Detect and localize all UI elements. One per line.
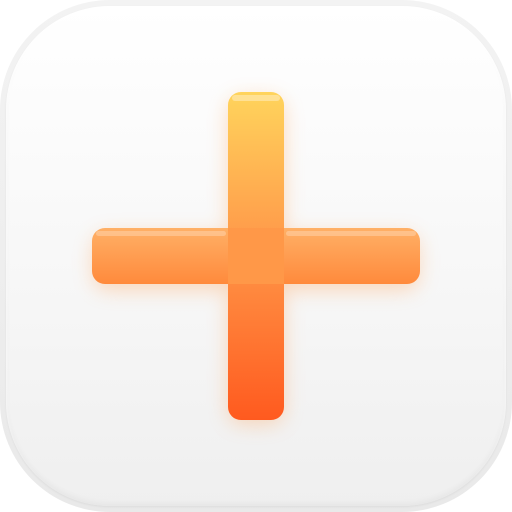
plus-icon-graphic bbox=[92, 92, 420, 424]
plus-highlight-right bbox=[286, 231, 416, 236]
plus-icon bbox=[0, 0, 512, 512]
app-icon[interactable] bbox=[0, 0, 512, 512]
plus-center bbox=[228, 228, 284, 284]
plus-highlight-left bbox=[96, 231, 226, 236]
plus-highlight-top bbox=[232, 95, 280, 101]
